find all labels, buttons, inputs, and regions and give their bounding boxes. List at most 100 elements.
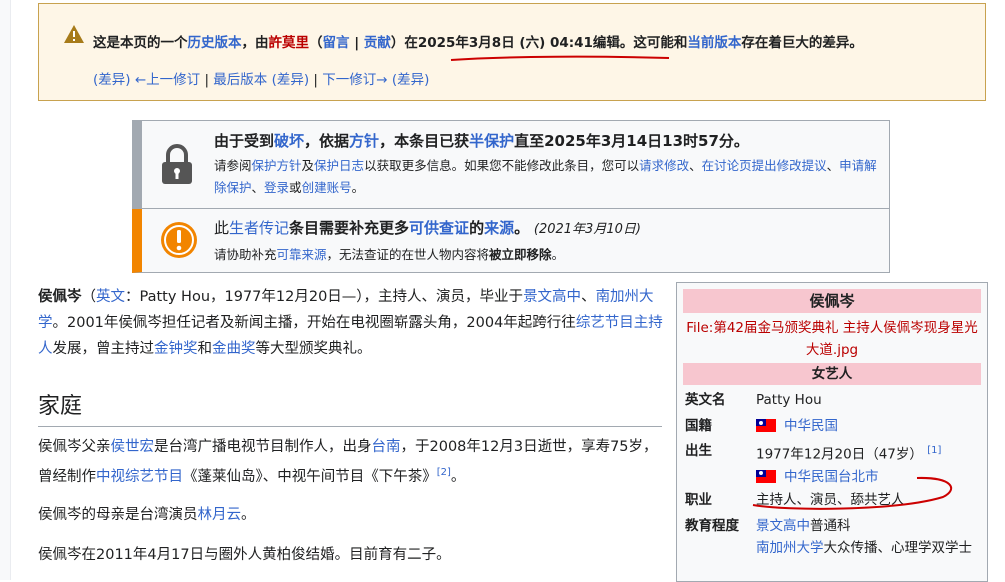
row-label: 职业 — [685, 492, 712, 508]
golden-bell-link[interactable]: 金钟奖 — [154, 341, 198, 357]
tainan-link[interactable]: 台南 — [372, 439, 401, 455]
login-link[interactable]: 登录 — [264, 180, 289, 195]
text: ，本条目已获 — [379, 132, 470, 150]
row-label: 国籍 — [685, 418, 712, 434]
history-version-link[interactable]: 历史版本 — [188, 35, 242, 51]
reliable-sources-link[interactable]: 可靠来源 — [277, 247, 327, 262]
row-value: Patty Hou — [756, 392, 822, 408]
text: 此 — [214, 219, 230, 237]
birth-date: 1977年12月20日（47岁） — [756, 446, 923, 463]
text: 。 — [450, 468, 466, 485]
text: 和 — [197, 341, 213, 357]
text: 。2001年侯佩岑担任记者及新闻主播，开始在电视圈崭露头角，2004年起跨行往 — [52, 315, 576, 331]
usc-link[interactable]: 南加州大学 — [756, 540, 824, 556]
father-link[interactable]: 侯世宏 — [111, 439, 155, 455]
semi-protection-link[interactable]: 半保护 — [469, 132, 514, 150]
previous-revision-link[interactable]: ←上一修订 — [135, 72, 200, 88]
roc-flag-icon — [756, 419, 776, 432]
left-sidebar-edge — [0, 0, 11, 580]
text: ，无法查证的在世人物内容将 — [326, 247, 490, 262]
text: 直至2025年3月14日13时57分。 — [514, 132, 749, 150]
create-account-link[interactable]: 创建账号 — [302, 180, 352, 195]
english-link[interactable]: 英文 — [96, 289, 125, 305]
golden-melody-link[interactable]: 金曲奖 — [212, 341, 256, 357]
mother-link[interactable]: 林月云 — [198, 507, 242, 523]
protection-notice: 由于受到破坏，依据方针，本条目已获半保护直至2025年3月14日13时57分。 … — [132, 120, 890, 209]
text: 是台湾广播电视节目制作人，出身 — [154, 439, 372, 455]
text: 普通科 — [810, 518, 851, 534]
text: ） — [390, 35, 405, 51]
intro-paragraph: 侯佩岑（英文：Patty Hou，1977年12月20日—），主持人、演员，毕业… — [38, 284, 663, 362]
infobox-title: 侯佩岑 — [683, 289, 981, 313]
blp-link[interactable]: 生者传记 — [229, 219, 289, 237]
text: ，依据 — [304, 132, 350, 150]
exclamation-icon — [161, 222, 197, 258]
text: 请参阅 — [214, 158, 252, 173]
protection-policy-link[interactable]: 保护方针 — [252, 158, 302, 173]
next-revision-link[interactable]: 下一修订→ — [322, 72, 387, 88]
text: 侯佩岑的母亲是台湾演员 — [38, 507, 198, 523]
text: 《蓬莱仙岛》、中视午间节目《下午茶》 — [183, 468, 437, 485]
subject-name: 侯佩岑 — [38, 289, 82, 305]
warning-icon — [64, 25, 84, 43]
text: 、 — [251, 180, 265, 195]
request-edit-link[interactable]: 请求修改 — [639, 158, 689, 173]
text: | — [349, 35, 364, 51]
text: 等大型颁奖典礼。 — [255, 341, 372, 357]
revision-notice-line: 这是本页的一个历史版本，由許莫里（留言 | 贡献）在2025年3月8日 (六) … — [93, 31, 863, 51]
nationality-link[interactable]: 中华民国 — [784, 418, 838, 434]
revision-banner: 这是本页的一个历史版本，由許莫里（留言 | 贡献）在2025年3月8日 (六) … — [38, 3, 986, 101]
infobox-image-link[interactable]: File:第42届金马颁奖典礼 主持人侯佩岑现身星光大道.jpg — [683, 317, 981, 361]
current-version-link[interactable]: 当前版本 — [687, 35, 741, 51]
row-label: 出生 — [685, 443, 712, 459]
text: 、 — [826, 158, 840, 173]
family-paragraph-1: 侯佩岑父亲侯世宏是台湾广播电视节目制作人，出身台南，于2008年12月3日逝世，… — [38, 434, 663, 490]
text: （ — [81, 289, 97, 305]
diff-link[interactable]: (差异) — [93, 72, 131, 88]
text: 或 — [289, 180, 302, 195]
contributions-link[interactable]: 贡献 — [364, 35, 391, 51]
diff-link[interactable]: (差异) — [272, 72, 310, 88]
red-circle-annotation — [752, 476, 953, 510]
row-label: 英文名 — [685, 392, 726, 408]
text: 。这可能和 — [619, 35, 688, 51]
school-link[interactable]: 景文高中 — [756, 518, 810, 534]
text: 条目需要补充更多 — [289, 219, 410, 237]
protection-log-link[interactable]: 保护日志 — [314, 158, 364, 173]
protection-details: 请参阅保护方针及保护日志以获取更多信息。如果您不能修改此条目，您可以请求修改、在… — [214, 155, 879, 199]
talk-page-suggest-link[interactable]: 在讨论页提出修改提议 — [702, 158, 827, 173]
latest-revision-link[interactable]: 最后版本 — [213, 72, 267, 88]
text: 侯佩岑父亲 — [38, 439, 111, 455]
school-link[interactable]: 景文高中 — [523, 289, 581, 305]
separator: | — [200, 72, 214, 88]
user-link[interactable]: 許莫里 — [269, 35, 310, 51]
verifiable-link[interactable]: 可供查证 — [409, 219, 469, 237]
separator: | — [309, 72, 323, 88]
family-heading: 家庭 — [38, 388, 662, 427]
notice-date: (2021年3月10日) — [533, 222, 641, 237]
policy-link[interactable]: 方针 — [349, 132, 379, 150]
infobox-section-header: 女艺人 — [683, 363, 981, 385]
diff-link[interactable]: (差异) — [392, 72, 430, 88]
family-paragraph-2: 侯佩岑的母亲是台湾演员林月云。 — [38, 502, 663, 528]
reference-1[interactable]: [1] — [927, 445, 941, 456]
citation-title: 此生者传记条目需要补充更多可供查证的来源。 (2021年3月10日) — [214, 217, 879, 238]
revision-date: 在2025年3月8日 (六) 04:41编辑 — [404, 35, 620, 51]
sources-link[interactable]: 来源 — [484, 219, 514, 237]
text: 。 — [514, 219, 530, 237]
text: 。 — [241, 507, 256, 523]
row-label: 教育程度 — [685, 518, 739, 534]
ctv-variety-link[interactable]: 中视综艺节目 — [96, 469, 183, 485]
text: ：Patty Hou，1977年12月20日—），主持人、演员，毕业于 — [125, 289, 524, 305]
text: ，由 — [241, 35, 269, 51]
talk-link[interactable]: 留言 — [323, 35, 350, 51]
citation-needed-notice: 此生者传记条目需要补充更多可供查证的来源。 (2021年3月10日) 请协助补充… — [132, 209, 890, 273]
vandalism-link[interactable]: 破坏 — [274, 132, 304, 150]
text: 这是本页的一个 — [93, 35, 188, 51]
text: 存在着巨大的差异。 — [741, 35, 863, 51]
reference-2[interactable]: [2] — [437, 467, 451, 478]
text: 的 — [469, 219, 485, 237]
text: 大众传播、心理学双学士 — [823, 540, 973, 556]
citation-details: 请协助补充可靠来源，无法查证的在世人物内容将被立即移除。 — [214, 244, 879, 263]
text: 以获取更多信息。如果您不能修改此条目，您可以 — [364, 158, 640, 173]
